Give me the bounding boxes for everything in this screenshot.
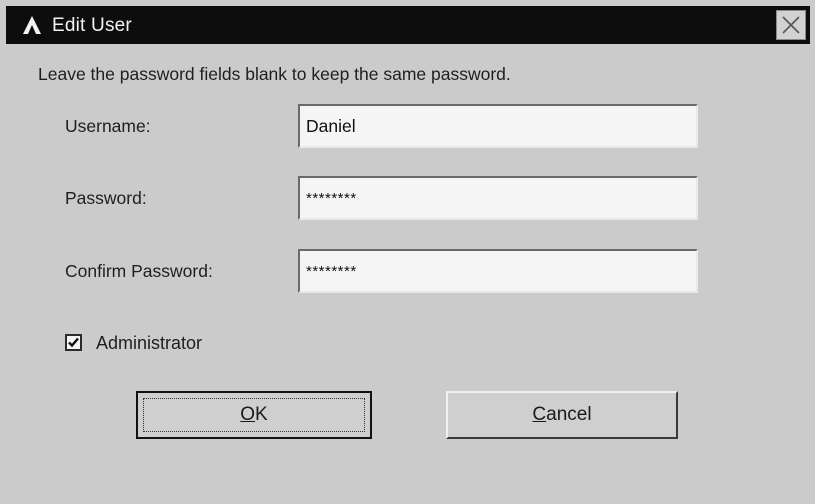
password-label: Password: bbox=[65, 188, 147, 208]
ok-button[interactable]: OK bbox=[136, 391, 372, 439]
administrator-label: Administrator bbox=[96, 333, 203, 353]
cancel-label-rest: ancel bbox=[546, 404, 592, 425]
cancel-button[interactable]: Cancel bbox=[446, 391, 678, 439]
checkmark-icon bbox=[68, 337, 79, 348]
password-field[interactable] bbox=[298, 176, 698, 220]
focus-rectangle bbox=[143, 398, 365, 432]
confirm-password-label: Confirm Password: bbox=[65, 261, 213, 281]
app-logo-icon bbox=[22, 14, 42, 36]
cancel-button-label: Cancel bbox=[532, 404, 591, 425]
username-field[interactable] bbox=[298, 104, 698, 148]
cancel-mnemonic: C bbox=[532, 404, 547, 425]
close-icon bbox=[782, 16, 800, 34]
title-bar[interactable]: Edit User bbox=[6, 6, 810, 44]
password-notice: Leave the password fields blank to keep … bbox=[38, 64, 511, 84]
username-label: Username: bbox=[65, 116, 151, 136]
edit-user-dialog: Edit User Leave the password fields blan… bbox=[0, 0, 815, 504]
administrator-checkbox[interactable] bbox=[65, 334, 82, 351]
close-button[interactable] bbox=[776, 10, 806, 40]
confirm-password-field[interactable] bbox=[298, 249, 698, 293]
window-title: Edit User bbox=[52, 15, 132, 36]
